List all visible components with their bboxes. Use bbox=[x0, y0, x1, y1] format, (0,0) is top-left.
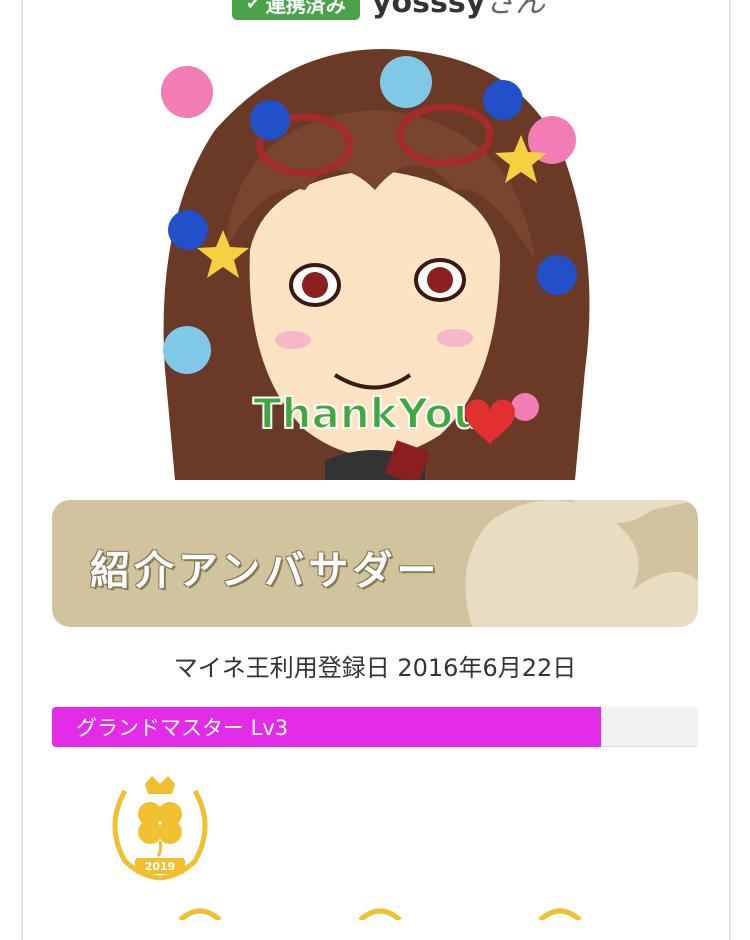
registration-date: マイネ王利用登録日 2016年6月22日 bbox=[173, 654, 577, 682]
laurel-clover-icon: 2019 bbox=[112, 776, 208, 881]
avatar-caption: ThankYou bbox=[253, 389, 483, 438]
avatar: ThankYou bbox=[155, 40, 595, 480]
award-badge[interactable]: 2019 bbox=[100, 766, 220, 886]
level-progress-bar: グランドマスター Lv3 bbox=[52, 707, 698, 747]
banner-title: 紹介アンバサダー bbox=[90, 548, 441, 594]
ambassador-banner: 紹介アンバサダー bbox=[52, 500, 698, 627]
honorific: さん bbox=[485, 0, 546, 20]
award-badge-partial[interactable] bbox=[350, 900, 410, 922]
award-year: 2019 bbox=[145, 860, 176, 873]
linked-badge-label: 連携済み bbox=[265, 0, 346, 17]
award-badge-partial[interactable] bbox=[170, 900, 230, 922]
award-badge-partial[interactable] bbox=[530, 900, 590, 922]
username-text: yosssy bbox=[372, 0, 486, 20]
username: yosssyさん bbox=[372, 0, 545, 20]
avatar-illustration: ThankYou bbox=[155, 40, 595, 480]
linked-badge: ✔ 連携済み bbox=[232, 0, 360, 20]
level-progress-fill: グランドマスター Lv3 bbox=[52, 707, 602, 747]
level-label: グランドマスター Lv3 bbox=[76, 716, 289, 740]
check-icon: ✔ bbox=[246, 0, 260, 13]
